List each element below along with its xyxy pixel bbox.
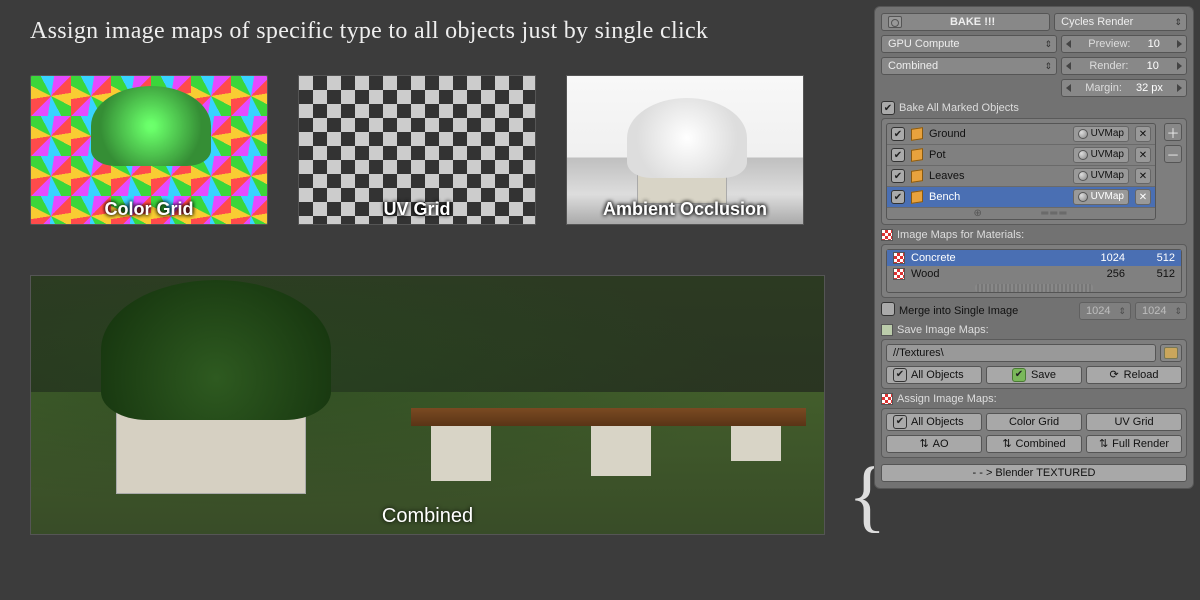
promo-area: Assign image maps of specific type to al…: [0, 0, 870, 600]
save-all-objects-toggle[interactable]: All Objects: [886, 366, 982, 384]
uvmap-tag[interactable]: UVMap: [1073, 126, 1129, 142]
assign-combined-button[interactable]: ⇅Combined: [986, 435, 1082, 453]
uvmap-tag[interactable]: UVMap: [1073, 189, 1129, 205]
device-dropdown[interactable]: GPU Compute: [881, 35, 1057, 53]
objects-section: Ground UVMap ✕ Pot UVMap ✕ Leaves UVMap: [881, 118, 1187, 225]
link-icon: ⇅: [1099, 436, 1108, 452]
material-icon: [893, 252, 905, 264]
merge-width[interactable]: 1024: [1079, 302, 1131, 320]
thumb-label: Ambient Occlusion: [567, 199, 803, 220]
preview-samples[interactable]: Preview:10: [1061, 35, 1187, 53]
list-add-row[interactable]: ⊕ ═══: [887, 208, 1155, 219]
object-checkbox[interactable]: [891, 148, 905, 162]
headline: Assign image maps of specific type to al…: [30, 18, 840, 45]
list-add-button[interactable]: ＋: [1164, 123, 1182, 141]
remove-object-button[interactable]: ✕: [1135, 126, 1151, 142]
assign-full-render-button[interactable]: ⇅Full Render: [1086, 435, 1182, 453]
link-icon: ⇅: [919, 436, 928, 452]
thumb-uv-grid: UV Grid: [298, 75, 536, 225]
assign-header: Assign Image Maps:: [881, 393, 1187, 405]
list-grip[interactable]: [975, 284, 1093, 292]
object-row[interactable]: Pot UVMap ✕: [887, 145, 1155, 166]
object-icon: [911, 190, 923, 204]
merge-label: Merge into Single Image: [899, 305, 1075, 317]
checker-icon: [881, 393, 893, 405]
object-row[interactable]: Ground UVMap ✕: [887, 124, 1155, 145]
thumb-label: Color Grid: [31, 199, 267, 220]
image-maps-header: Image Maps for Materials:: [881, 229, 1187, 241]
footer-button[interactable]: - - > Blender TEXTURED: [881, 464, 1187, 482]
object-row[interactable]: Leaves UVMap ✕: [887, 166, 1155, 187]
object-checkbox[interactable]: [891, 127, 905, 141]
save-section: All Objects Save ⟳Reload: [881, 339, 1187, 389]
material-row[interactable]: Concrete 1024 512: [887, 250, 1181, 266]
camera-icon: [888, 16, 902, 28]
reload-button[interactable]: ⟳Reload: [1086, 366, 1182, 384]
render-engine-dropdown[interactable]: Cycles Render: [1054, 13, 1187, 31]
object-list[interactable]: Ground UVMap ✕ Pot UVMap ✕ Leaves UVMap: [886, 123, 1156, 220]
remove-object-button[interactable]: ✕: [1135, 189, 1151, 205]
save-button[interactable]: Save: [986, 366, 1082, 384]
object-checkbox[interactable]: [891, 190, 905, 204]
bake-button[interactable]: BAKE !!!: [881, 13, 1050, 31]
merge-height[interactable]: 1024: [1135, 302, 1187, 320]
thumb-color-grid: Color Grid: [30, 75, 268, 225]
list-remove-button[interactable]: －: [1164, 145, 1182, 163]
object-icon: [911, 127, 923, 141]
save-header: Save Image Maps:: [881, 324, 1187, 336]
render-samples[interactable]: Render:10: [1061, 57, 1187, 75]
object-icon: [911, 169, 923, 183]
big-preview-combined: Combined: [30, 275, 825, 535]
materials-section: Concrete 1024 512 Wood 256 512: [881, 244, 1187, 298]
material-row[interactable]: Wood 256 512: [887, 266, 1181, 282]
thumb-label: UV Grid: [299, 199, 535, 220]
object-row[interactable]: Bench UVMap ✕: [887, 187, 1155, 208]
uvmap-tag[interactable]: UVMap: [1073, 168, 1129, 184]
browse-button[interactable]: [1160, 344, 1182, 362]
check-icon: [1012, 368, 1026, 382]
remove-object-button[interactable]: ✕: [1135, 147, 1151, 163]
save-icon: [881, 324, 893, 336]
link-icon: ⇅: [1002, 436, 1011, 452]
merge-checkbox[interactable]: [881, 302, 895, 316]
folder-icon: [1164, 347, 1178, 359]
bake-panel: BAKE !!! Cycles Render GPU Compute Combi…: [874, 6, 1194, 489]
object-checkbox[interactable]: [891, 169, 905, 183]
remove-object-button[interactable]: ✕: [1135, 168, 1151, 184]
assign-section: All Objects Color Grid UV Grid ⇅AO ⇅Comb…: [881, 408, 1187, 458]
assign-ao-button[interactable]: ⇅AO: [886, 435, 982, 453]
uvmap-tag[interactable]: UVMap: [1073, 147, 1129, 163]
object-icon: [911, 148, 923, 162]
margin-field[interactable]: Margin:32 px: [1061, 79, 1187, 97]
bake-all-checkbox[interactable]: [881, 101, 895, 115]
material-list[interactable]: Concrete 1024 512 Wood 256 512: [886, 249, 1182, 293]
path-input[interactable]: [886, 344, 1156, 362]
assign-uv-grid-button[interactable]: UV Grid: [1086, 413, 1182, 431]
bake-all-row: Bake All Marked Objects: [881, 101, 1187, 115]
material-icon: [893, 268, 905, 280]
thumb-ambient-occlusion: Ambient Occlusion: [566, 75, 804, 225]
big-preview-label: Combined: [31, 505, 824, 528]
reload-icon: ⟳: [1109, 367, 1118, 383]
assign-color-grid-button[interactable]: Color Grid: [986, 413, 1082, 431]
bake-type-dropdown[interactable]: Combined: [881, 57, 1057, 75]
thumbnail-row: Color Grid UV Grid Ambient Occlusion: [30, 75, 840, 225]
assign-all-objects-toggle[interactable]: All Objects: [886, 413, 982, 431]
checker-icon: [881, 229, 893, 241]
